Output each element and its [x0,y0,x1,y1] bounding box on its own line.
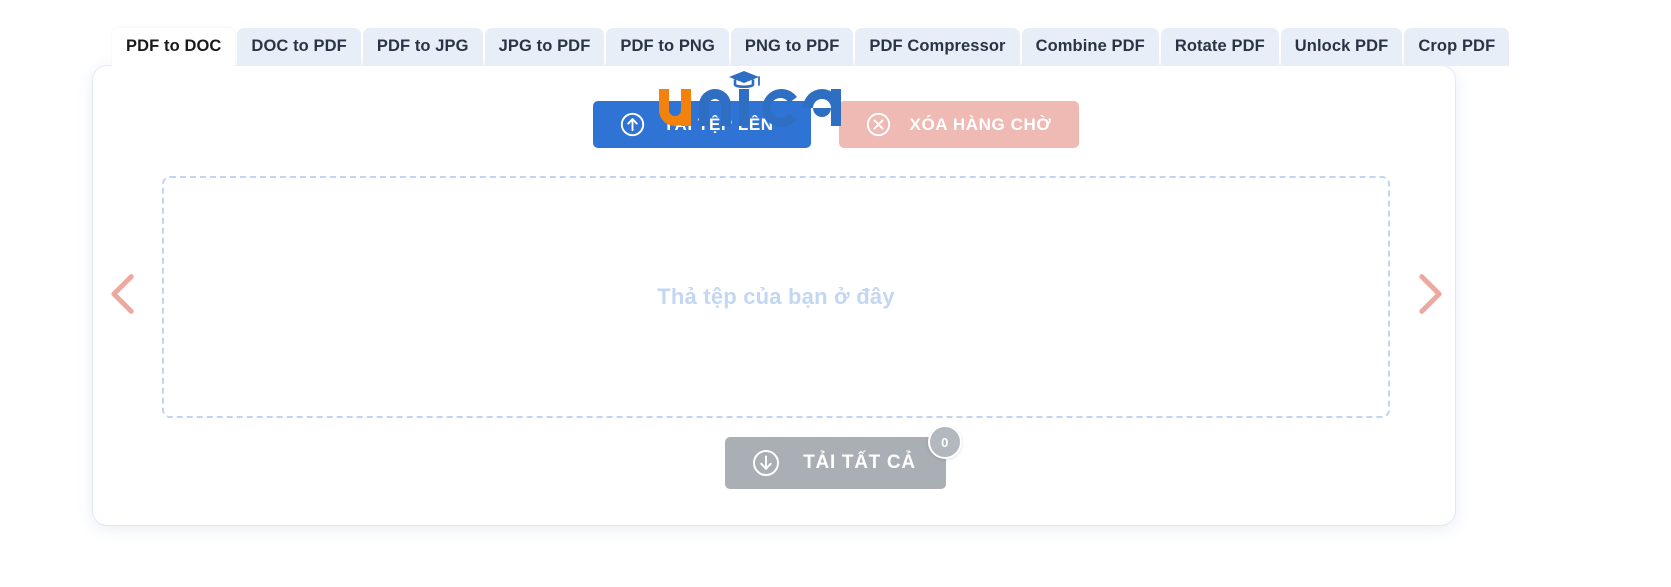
download-section: TẢI TẤT CẢ 0 [0,425,1671,489]
action-button-row: TẢI TỆP LÊN XÓA HÀNG CHỜ [0,101,1671,148]
tab-unlock-pdf[interactable]: Unlock PDF [1280,28,1403,66]
carousel-next-arrow[interactable] [1400,265,1458,323]
download-all-button[interactable]: TẢI TẤT CẢ [725,437,946,489]
tab-png-to-pdf[interactable]: PNG to PDF [730,28,854,66]
carousel-prev-arrow[interactable] [95,265,153,323]
download-circle-arrow-down-icon [751,448,781,478]
tab-combine-pdf[interactable]: Combine PDF [1021,28,1159,66]
download-count-badge: 0 [927,425,962,459]
download-all-label: TẢI TẤT CẢ [803,452,916,473]
tab-label: DOC to PDF [251,37,347,55]
download-button-wrapper: TẢI TẤT CẢ 0 [725,425,962,489]
chevron-left-icon [95,274,153,327]
clear-queue-button[interactable]: XÓA HÀNG CHỜ [838,101,1079,148]
tab-label: PNG to PDF [744,37,840,55]
dropzone-placeholder: Thả tệp của bạn ở đây [657,284,895,309]
tab-pdf-to-png[interactable]: PDF to PNG [606,28,729,66]
upload-file-button[interactable]: TẢI TỆP LÊN [592,101,811,148]
upload-file-label: TẢI TỆP LÊN [663,114,774,134]
tab-label: Rotate PDF [1174,37,1265,55]
tab-label: PDF to DOC [126,37,222,55]
tab-label: PDF to JPG [376,37,469,55]
tab-label: JPG to PDF [498,37,591,55]
chevron-right-icon [1400,274,1458,327]
tab-label: Crop PDF [1418,37,1496,55]
tab-pdf-to-jpg[interactable]: PDF to JPG [362,28,483,66]
clear-queue-label: XÓA HÀNG CHỜ [909,114,1052,134]
close-circle-x-icon [865,111,892,138]
tab-jpg-to-pdf[interactable]: JPG to PDF [484,28,605,66]
tab-pdf-to-doc[interactable]: PDF to DOC [112,28,236,66]
file-dropzone[interactable]: Thả tệp của bạn ở đây [162,176,1390,418]
tab-doc-to-pdf[interactable]: DOC to PDF [237,28,361,66]
upload-circle-arrow-up-icon [619,111,646,138]
converter-tab-bar: PDF to DOC DOC to PDF PDF to JPG JPG to … [112,28,1510,66]
tab-pdf-compressor[interactable]: PDF Compressor [855,28,1020,66]
tab-crop-pdf[interactable]: Crop PDF [1404,28,1510,66]
tab-label: Combine PDF [1035,37,1145,55]
tab-label: PDF to PNG [620,37,715,55]
tab-label: Unlock PDF [1294,37,1389,55]
tab-rotate-pdf[interactable]: Rotate PDF [1160,28,1279,66]
tab-label: PDF Compressor [869,37,1006,55]
